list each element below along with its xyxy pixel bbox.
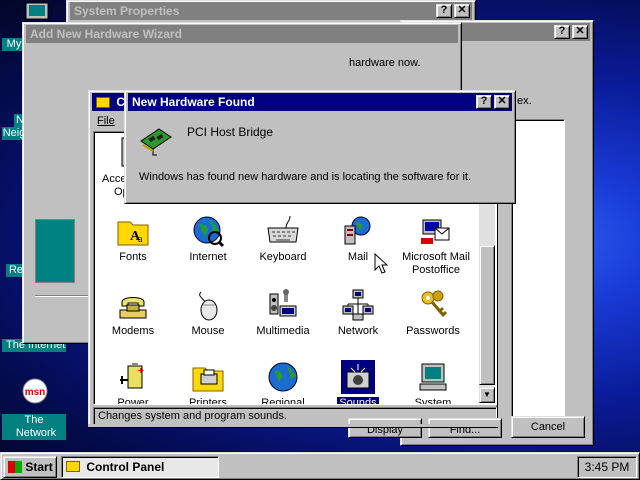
icon-passwords-label: Passwords xyxy=(406,325,460,337)
my-computer-icon xyxy=(25,2,49,20)
globe-icon xyxy=(193,216,225,248)
speaker-icon xyxy=(341,360,375,394)
postoffice-icon xyxy=(421,219,450,244)
svg-text:a: a xyxy=(138,234,143,245)
scroll-down-button[interactable]: ▼ xyxy=(479,387,495,403)
mouse-icon xyxy=(199,291,218,321)
control-panel-folder-icon xyxy=(96,97,110,109)
icon-sounds[interactable]: Sounds xyxy=(323,360,393,404)
new-hardware-title: New Hardware Found xyxy=(132,95,255,109)
wizard-picture xyxy=(35,219,75,283)
icon-keyboard[interactable]: Keyboard xyxy=(248,214,318,264)
new-hardware-message: Windows has found new hardware and is lo… xyxy=(139,171,472,183)
msn-icon[interactable]: msn xyxy=(20,378,50,406)
multimedia-icon xyxy=(269,289,297,317)
icon-mail-label: Mail xyxy=(347,251,369,263)
control-panel-bottom-edge xyxy=(88,424,498,428)
keyboard-icon xyxy=(267,215,299,243)
scrollbar-thumb[interactable] xyxy=(479,245,495,385)
msn-logo-text: msn xyxy=(25,387,46,398)
printers-folder-icon xyxy=(192,367,224,392)
icon-regional[interactable]: Regional xyxy=(248,360,318,405)
icon-mouse-label: Mouse xyxy=(191,325,225,337)
system-properties-close-button[interactable]: ✕ xyxy=(454,4,470,18)
new-hardware-close-button[interactable]: ✕ xyxy=(494,95,510,109)
icon-multimedia[interactable]: Multimedia xyxy=(248,288,318,338)
regional-globe-icon xyxy=(268,362,298,392)
cancel-button[interactable]: Cancel xyxy=(511,416,585,438)
menu-file[interactable]: File xyxy=(97,113,115,129)
system-properties-title: System Properties xyxy=(74,4,180,18)
desktop-icon-my-computer[interactable] xyxy=(22,2,52,22)
icon-modems-label: Modems xyxy=(111,325,155,337)
icon-accessibility-label: Acce xyxy=(102,173,127,185)
fonts-folder-icon: Aa xyxy=(117,221,149,246)
icon-multimedia-label: Multimedia xyxy=(256,325,310,337)
desktop-label-network: Network xyxy=(10,427,62,440)
svg-text:+: + xyxy=(138,366,144,377)
power-icon: + xyxy=(120,363,144,389)
taskbar-control-panel-label: Control Panel xyxy=(86,460,165,474)
start-button[interactable]: Start xyxy=(3,456,57,478)
display-button[interactable]: Display xyxy=(348,418,422,438)
hardware-card-icon xyxy=(140,128,172,156)
icon-passwords[interactable]: Passwords xyxy=(398,288,468,338)
start-label: Start xyxy=(25,460,53,474)
system-properties-help-button[interactable]: ? xyxy=(436,4,452,18)
icon-modems[interactable]: Modems xyxy=(98,288,168,338)
background-dialog-help-button[interactable]: ? xyxy=(554,25,570,39)
icon-internet[interactable]: Internet xyxy=(173,214,243,264)
icon-mouse[interactable]: Mouse xyxy=(173,288,243,338)
network-icon xyxy=(342,289,374,321)
system-computer-icon xyxy=(419,363,447,391)
icon-power[interactable]: + Power xyxy=(98,360,168,405)
icon-postoffice-label: Microsoft Mail Postoffice xyxy=(402,251,470,276)
new-hardware-titlebar[interactable]: New Hardware Found ? ✕ xyxy=(128,93,512,111)
icon-power-label: Power xyxy=(117,397,149,405)
background-dialog-list xyxy=(511,119,565,419)
icon-system-label: System xyxy=(414,397,452,405)
new-hardware-found-dialog: New Hardware Found ? ✕ PCI Host Bridge W… xyxy=(124,90,516,204)
find-button[interactable]: Find... xyxy=(428,418,502,438)
icon-network[interactable]: Network xyxy=(323,288,393,338)
icon-fonts-label: Fonts xyxy=(119,251,147,263)
menu-file-label: File xyxy=(97,115,115,127)
icon-fonts[interactable]: Aa Fonts xyxy=(98,214,168,264)
control-panel-task-icon xyxy=(66,461,80,473)
modem-phone-icon xyxy=(119,297,147,319)
background-dialog-text: ex. xyxy=(517,95,532,107)
windows-logo-icon xyxy=(8,460,22,473)
system-properties-titlebar[interactable]: System Properties ? ✕ xyxy=(70,2,472,20)
status-text: Changes system and program sounds. xyxy=(98,410,287,422)
system-tray-clock[interactable]: 3:45 PM xyxy=(577,456,637,478)
icon-microsoft-mail-postoffice[interactable]: Microsoft Mail Postoffice xyxy=(394,214,478,277)
icon-network-label: Network xyxy=(337,325,379,337)
icon-system[interactable]: System xyxy=(398,360,468,405)
clock-time: 3:45 PM xyxy=(584,460,630,474)
icon-keyboard-label: Keyboard xyxy=(259,251,307,263)
keys-icon xyxy=(421,290,448,317)
wizard-titlebar[interactable]: Add New Hardware Wizard xyxy=(26,25,458,43)
icon-sounds-label: Sounds xyxy=(337,397,379,404)
mail-icon xyxy=(344,216,371,245)
icon-regional-label: Regional xyxy=(261,397,305,405)
new-hardware-help-button[interactable]: ? xyxy=(476,95,492,109)
wizard-title: Add New Hardware Wizard xyxy=(30,27,182,41)
icon-internet-label: Internet xyxy=(189,251,227,263)
background-dialog-close-button[interactable]: ✕ xyxy=(572,25,588,39)
wizard-text: hardware now. xyxy=(349,57,421,69)
icon-printers-label: Printers xyxy=(189,397,227,405)
icon-printers[interactable]: Printers xyxy=(173,360,243,405)
taskbar: Start Control Panel 3:45 PM xyxy=(0,452,640,480)
mouse-cursor xyxy=(374,253,388,274)
device-name: PCI Host Bridge xyxy=(187,125,274,139)
taskbar-button-control-panel[interactable]: Control Panel xyxy=(61,456,219,478)
